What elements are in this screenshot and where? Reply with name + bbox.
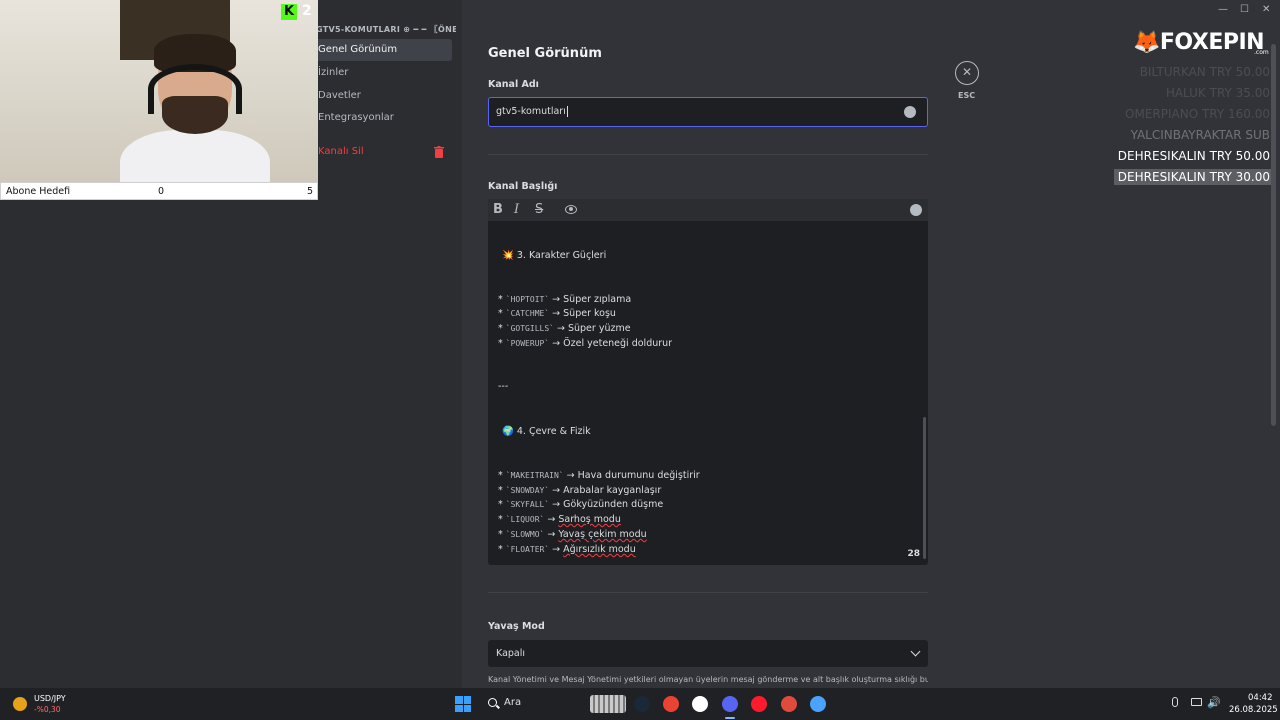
sidebar-item-permissions[interactable]: İzinler xyxy=(312,62,452,84)
search-highlight-icon xyxy=(590,695,626,713)
microphone-icon[interactable] xyxy=(1172,697,1178,707)
currency-widget-icon[interactable] xyxy=(13,697,27,711)
donation-entry: BILTURKAN TRY 50.00 xyxy=(1139,65,1270,79)
goal-label: Abone Hedefi xyxy=(6,186,71,197)
slowmode-help-text: Kanal Yönetimi ve Mesaj Yönetimi yetkile… xyxy=(488,675,928,684)
sidebar-item-overview[interactable]: Genel Görünüm xyxy=(312,39,452,61)
sidebar-item-integrations[interactable]: Entegrasyonlar xyxy=(312,107,452,129)
chrome-icon[interactable] xyxy=(663,696,679,712)
channel-name-input[interactable]: gtv5-komutları xyxy=(488,97,928,127)
topic-command-line: * `GOTGILLS` → Süper yüzme xyxy=(498,323,631,334)
slowmode-select[interactable]: Kapalı xyxy=(488,640,928,667)
headset-icon xyxy=(148,64,242,114)
section-divider xyxy=(488,592,928,593)
goal-current: 0 xyxy=(158,186,165,197)
donation-entry: HALUK TRY 35.00 xyxy=(1165,86,1270,100)
foxepin-domain: .com xyxy=(1254,49,1269,56)
sidebar-channel-header: GTV5-KOMUTLARI ⊕ ━ ━ 〖ÖNE... xyxy=(316,25,456,34)
topic-command-line: * `HOPTOIT` → Süper zıplama xyxy=(498,294,632,305)
topic-command-line: * `LIQUOR` → Sarhoş modu xyxy=(498,514,621,525)
topic-command-line: * `SLOWMO` → Yavaş çekim modu xyxy=(498,529,647,540)
fox-icon: 🦊 xyxy=(1133,30,1160,55)
section-divider xyxy=(488,154,928,155)
channel-name-value: gtv5-komutları xyxy=(496,106,568,117)
speaker-icon[interactable]: 🔊 xyxy=(1207,696,1221,709)
settings-app-icon[interactable] xyxy=(810,696,826,712)
capcut-icon[interactable] xyxy=(692,696,708,712)
settings-content: Genel Görünüm Kanal Adı gtv5-komutları K… xyxy=(462,0,1280,688)
discord-icon[interactable] xyxy=(722,696,738,719)
strikethrough-button[interactable]: S xyxy=(535,202,543,217)
search-icon[interactable] xyxy=(488,698,497,707)
donation-entry: DEHRESIKALIN TRY 50.00 xyxy=(1117,149,1270,163)
page-title: Genel Görünüm xyxy=(488,46,602,61)
sidebar-item-invites[interactable]: Davetler xyxy=(312,85,452,107)
ticker-name: USD/JPY xyxy=(34,694,66,703)
sidebar-item-label: Entegrasyonlar xyxy=(318,112,394,123)
delete-channel-button[interactable]: Kanalı Sil xyxy=(312,141,452,163)
delete-channel-label: Kanalı Sil xyxy=(318,146,364,157)
streamer-figure xyxy=(120,34,270,182)
clock-date[interactable]: 26.08.2025 xyxy=(1229,705,1278,715)
close-window-button[interactable]: ✕ xyxy=(1262,4,1270,15)
topic-emoji-picker-icon[interactable] xyxy=(910,204,922,216)
topic-command-line: * `MAKEITRAIN` → Hava durumunu değiştiri… xyxy=(498,470,700,481)
char-counter: 28 xyxy=(907,549,920,559)
donation-entry: YALCINBAYRAKTAR SUB xyxy=(1130,128,1270,142)
channel-topic-label: Kanal Başlığı xyxy=(488,181,558,192)
goal-target: 5 xyxy=(306,186,313,197)
channel-topic-editor[interactable]: B I S 💥 3. Karakter Güçleri * `HOPTOIT` →… xyxy=(488,199,928,565)
subscriber-goal-bar: Abone Hedefi 0 5 xyxy=(0,182,318,200)
clock-time[interactable]: 04:42 xyxy=(1248,693,1273,703)
close-settings-button[interactable]: ✕ xyxy=(955,61,979,85)
trash-icon xyxy=(434,146,444,158)
bold-button[interactable]: B xyxy=(493,202,503,217)
emoji-picker-icon[interactable] xyxy=(904,106,916,118)
topic-section-heading: 💥 3. Karakter Güçleri xyxy=(502,250,607,261)
foxepin-logo: 🦊FOXEPIN xyxy=(1133,30,1265,55)
topic-command-line: * `CATCHME` → Süper koşu xyxy=(498,308,616,319)
kick-logo-icon: K xyxy=(281,4,297,20)
sidebar-item-label: Davetler xyxy=(318,90,361,101)
donation-entry: DEHRESIKALIN TRY 30.00 xyxy=(1113,169,1274,185)
sidebar-item-label: İzinler xyxy=(318,67,349,78)
page-scrollbar[interactable] xyxy=(1271,44,1276,426)
sidebar-item-label: Genel Görünüm xyxy=(318,44,398,55)
topic-command-line: * `POWERUP` → Özel yeteneği doldurur xyxy=(498,338,673,349)
editor-scrollbar[interactable] xyxy=(923,417,926,559)
channel-name-label: Kanal Adı xyxy=(488,79,539,90)
topic-section-heading: 🌍 4. Çevre & Fizik xyxy=(502,426,591,437)
format-toolbar: B I S xyxy=(488,199,928,221)
topic-command-line: * `SNOWDAY` → Arabalar kayganlaşır xyxy=(498,485,662,496)
topic-command-line: * `FLOATER` → Ağırsızlık modu xyxy=(498,544,636,555)
minimize-window-button[interactable]: — xyxy=(1218,4,1228,15)
italic-button[interactable]: I xyxy=(514,202,519,217)
donation-entry: OMERPIANO TRY 160.00 xyxy=(1125,107,1270,121)
spoiler-eye-icon[interactable] xyxy=(565,205,577,214)
slowmode-label: Yavaş Mod xyxy=(488,621,545,632)
opera-icon[interactable] xyxy=(751,696,767,712)
steam-icon[interactable] xyxy=(634,696,650,712)
esc-label: ESC xyxy=(958,91,976,100)
display-icon[interactable] xyxy=(1191,698,1202,706)
windows-start-icon[interactable] xyxy=(455,696,471,712)
close-icon: ✕ xyxy=(961,65,973,79)
chevron-down-icon xyxy=(910,646,921,657)
slowmode-value: Kapalı xyxy=(496,648,526,659)
webcam-overlay: K 2 xyxy=(0,0,318,182)
ticker-value: -%0,30 xyxy=(34,705,61,714)
taskbar-search-label[interactable]: Ara xyxy=(504,697,521,708)
topic-command-line: * `SKYFALL` → Gökyüzünden düşme xyxy=(498,499,664,510)
maximize-window-button[interactable]: ☐ xyxy=(1240,4,1249,15)
viewer-count: 2 xyxy=(302,3,312,19)
topic-divider-line: --- xyxy=(498,381,509,392)
rockstar-icon[interactable] xyxy=(781,696,797,712)
windows-taskbar: USD/JPY -%0,30 Ara 🔊 04:42 26.08.2025 xyxy=(0,688,1280,720)
